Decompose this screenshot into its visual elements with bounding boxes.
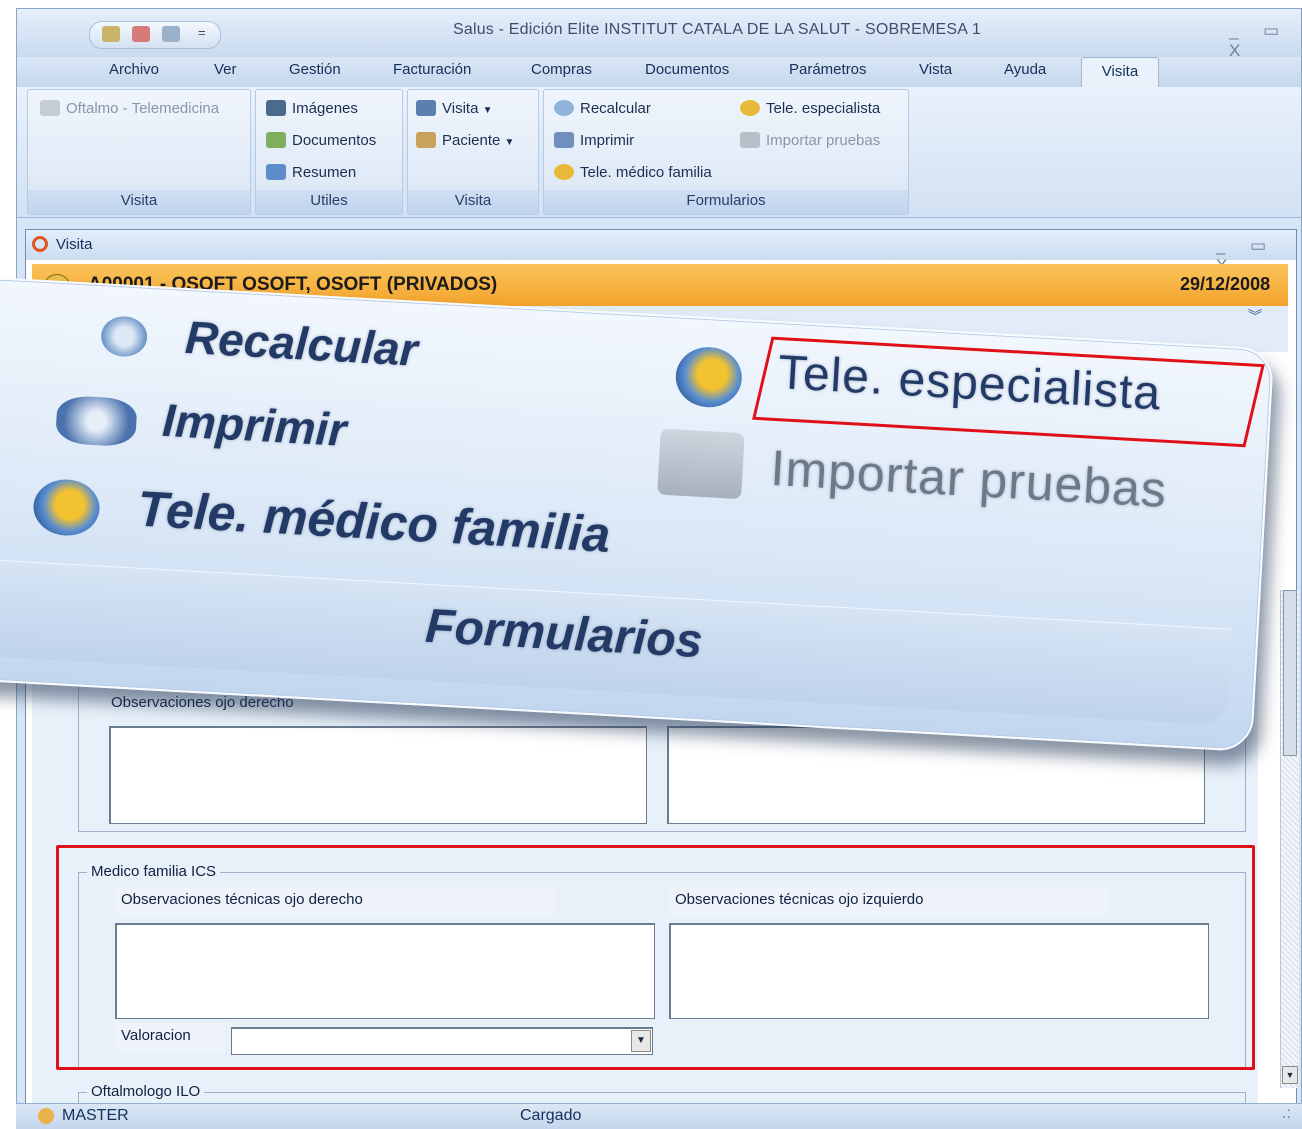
tele-medico-familia-button[interactable]: Tele. médico familia [554, 164, 712, 181]
recalculate-icon [554, 100, 574, 116]
menu-vista[interactable]: Vista [919, 61, 952, 78]
tab-visita[interactable]: Visita [1081, 57, 1159, 87]
ribbon-group-caption: Visita [408, 190, 538, 214]
visit-icon [416, 100, 436, 116]
tele-especialista-button[interactable]: Tele. especialista [740, 100, 880, 117]
menu-facturacion[interactable]: Facturación [393, 61, 471, 78]
menu-parametros[interactable]: Parámetros [789, 61, 867, 78]
ribbon-group-visita: Visita ▼ Paciente ▼ Visita [407, 89, 539, 215]
zoom-callout: Recalcular Tele. especialista Imprimir I… [0, 275, 1275, 753]
import-tests-icon [657, 428, 745, 500]
visita-title-bar: Visita _ ▭ X [26, 230, 1296, 275]
ribbon: Oftalmo - Telemedicina Visita Imágenes D… [17, 87, 1301, 218]
documents-icon [266, 132, 286, 148]
import-tests-icon [740, 132, 760, 148]
tele-specialist-icon [740, 100, 760, 116]
patient-icon [416, 132, 436, 148]
menu-ver[interactable]: Ver [214, 61, 237, 78]
oftalmo-telemedicina-button[interactable]: Oftalmo - Telemedicina [40, 100, 219, 117]
imagenes-button[interactable]: Imágenes [266, 100, 358, 117]
zoom-recalcular: Recalcular [183, 310, 420, 376]
window-title: Salus - Edición Elite INSTITUT CATALA DE… [452, 21, 982, 38]
ribbon-group-caption: Utiles [256, 190, 402, 214]
status-bar: MASTER Cargado .: [16, 1103, 1302, 1129]
window-controls[interactable]: _ ▭ X [1229, 21, 1301, 61]
highlight-box [752, 336, 1265, 448]
importar-pruebas-button[interactable]: Importar pruebas [740, 132, 880, 149]
oftalmologo-legend: Oftalmologo ILO [87, 1083, 205, 1100]
scrollbar-thumb[interactable] [1283, 590, 1297, 756]
dropdown-arrow-icon: ▼ [482, 105, 493, 116]
resumen-button[interactable]: Resumen [266, 164, 356, 181]
collapse-chevron-icon[interactable]: ︾ [1248, 306, 1262, 326]
ribbon-group-caption: Formularios [544, 190, 908, 214]
user-search-icon[interactable] [162, 26, 180, 42]
menu-compras[interactable]: Compras [531, 61, 592, 78]
visit-date: 29/12/2008 [1180, 274, 1271, 294]
zoom-imprimir: Imprimir [161, 393, 348, 456]
menu-documentos[interactable]: Documentos [645, 61, 729, 78]
customize-qat-icon[interactable]: = [198, 25, 206, 40]
user-icon [38, 1108, 54, 1124]
print-icon [554, 132, 574, 148]
status-user: MASTER [62, 1107, 129, 1124]
title-bar: = Salus - Edición Elite INSTITUT CATALA … [17, 9, 1301, 60]
imprimir-button[interactable]: Imprimir [554, 132, 634, 149]
zoom-tele-medico-familia: Tele. médico familia [136, 480, 612, 563]
dropdown-arrow-icon: ▼ [504, 137, 515, 148]
quick-access-toolbar: = [89, 21, 221, 49]
zoom-formularios: Formularios [423, 599, 704, 669]
ribbon-group-visita-tele: Oftalmo - Telemedicina Visita [27, 89, 251, 215]
summary-icon [266, 164, 286, 180]
print-icon [55, 394, 138, 448]
images-icon [266, 100, 286, 116]
visita-title: Visita [56, 236, 93, 253]
resize-grip-icon[interactable]: .: [1282, 1105, 1291, 1123]
calendar-icon[interactable] [132, 26, 150, 42]
paciente-dropdown-button[interactable]: Paciente ▼ [416, 132, 514, 149]
recalcular-button[interactable]: Recalcular [554, 100, 651, 117]
menu-gestion[interactable]: Gestión [289, 61, 341, 78]
ribbon-group-caption: Visita [28, 190, 250, 214]
menu-ayuda[interactable]: Ayuda [1004, 61, 1046, 78]
patient-card-icon[interactable] [102, 26, 120, 42]
tele-specialist-icon [674, 345, 744, 409]
visita-dropdown-button[interactable]: Visita ▼ [416, 100, 493, 117]
upper-right-eye-textarea[interactable] [109, 726, 647, 824]
zoom-importar-pruebas: Importar pruebas [769, 439, 1169, 518]
ribbon-group-utiles: Imágenes Documentos Resumen Utiles [255, 89, 403, 215]
highlight-box [56, 845, 1255, 1070]
menu-bar: Archivo Ver Gestión Facturación Compras … [17, 57, 1301, 88]
app-logo-icon [32, 236, 48, 252]
ribbon-group-formularios: Recalcular Tele. especialista Imprimir I… [543, 89, 909, 215]
tele-family-doctor-icon [554, 164, 574, 180]
telemedicine-icon [40, 100, 60, 116]
documentos-button[interactable]: Documentos [266, 132, 376, 149]
scroll-down-icon[interactable]: ▼ [1282, 1066, 1298, 1084]
menu-archivo[interactable]: Archivo [109, 61, 159, 78]
vertical-scrollbar[interactable]: ▼ [1280, 590, 1299, 1088]
status-state: Cargado [520, 1107, 582, 1124]
tele-family-doctor-icon [31, 477, 102, 538]
recalculate-icon [100, 315, 149, 358]
